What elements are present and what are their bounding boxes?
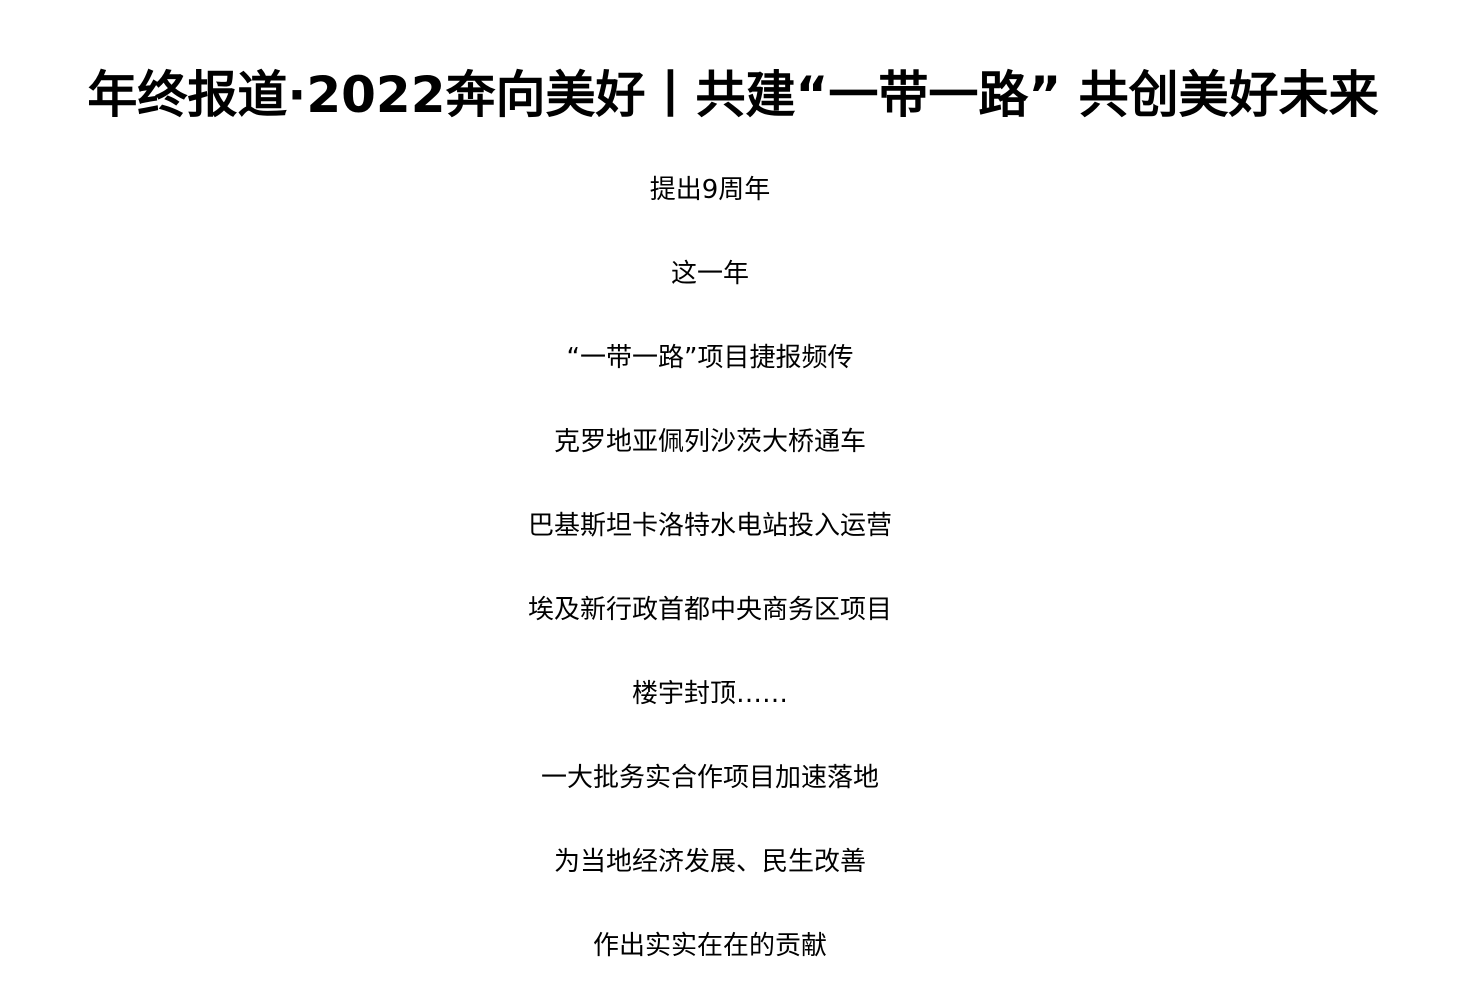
- body-line: “一带一路”项目捷报频传: [566, 343, 854, 373]
- body-line: 作出实实在在的贡献: [592, 931, 827, 961]
- article-body: 提出9周年 这一年 “一带一路”项目捷报频传 克罗地亚佩列沙茨大桥通车 巴基斯坦…: [0, 168, 1420, 1008]
- body-line: 巴基斯坦卡洛特水电站投入运营: [527, 511, 892, 541]
- body-line: 克罗地亚佩列沙茨大桥通车: [553, 427, 866, 457]
- body-line: 埃及新行政首都中央商务区项目: [527, 595, 892, 625]
- article-title: 年终报道·2022奔向美好丨共建“一带一路” 共创美好未来: [87, 65, 1379, 124]
- body-line: 楼宇封顶……: [631, 679, 788, 709]
- body-line: 为当地经济发展、民生改善: [553, 847, 866, 877]
- body-line: 提出9周年: [649, 175, 771, 205]
- body-line: 一大批务实合作项目加速落地: [540, 763, 879, 793]
- body-line: 这一年: [670, 259, 749, 289]
